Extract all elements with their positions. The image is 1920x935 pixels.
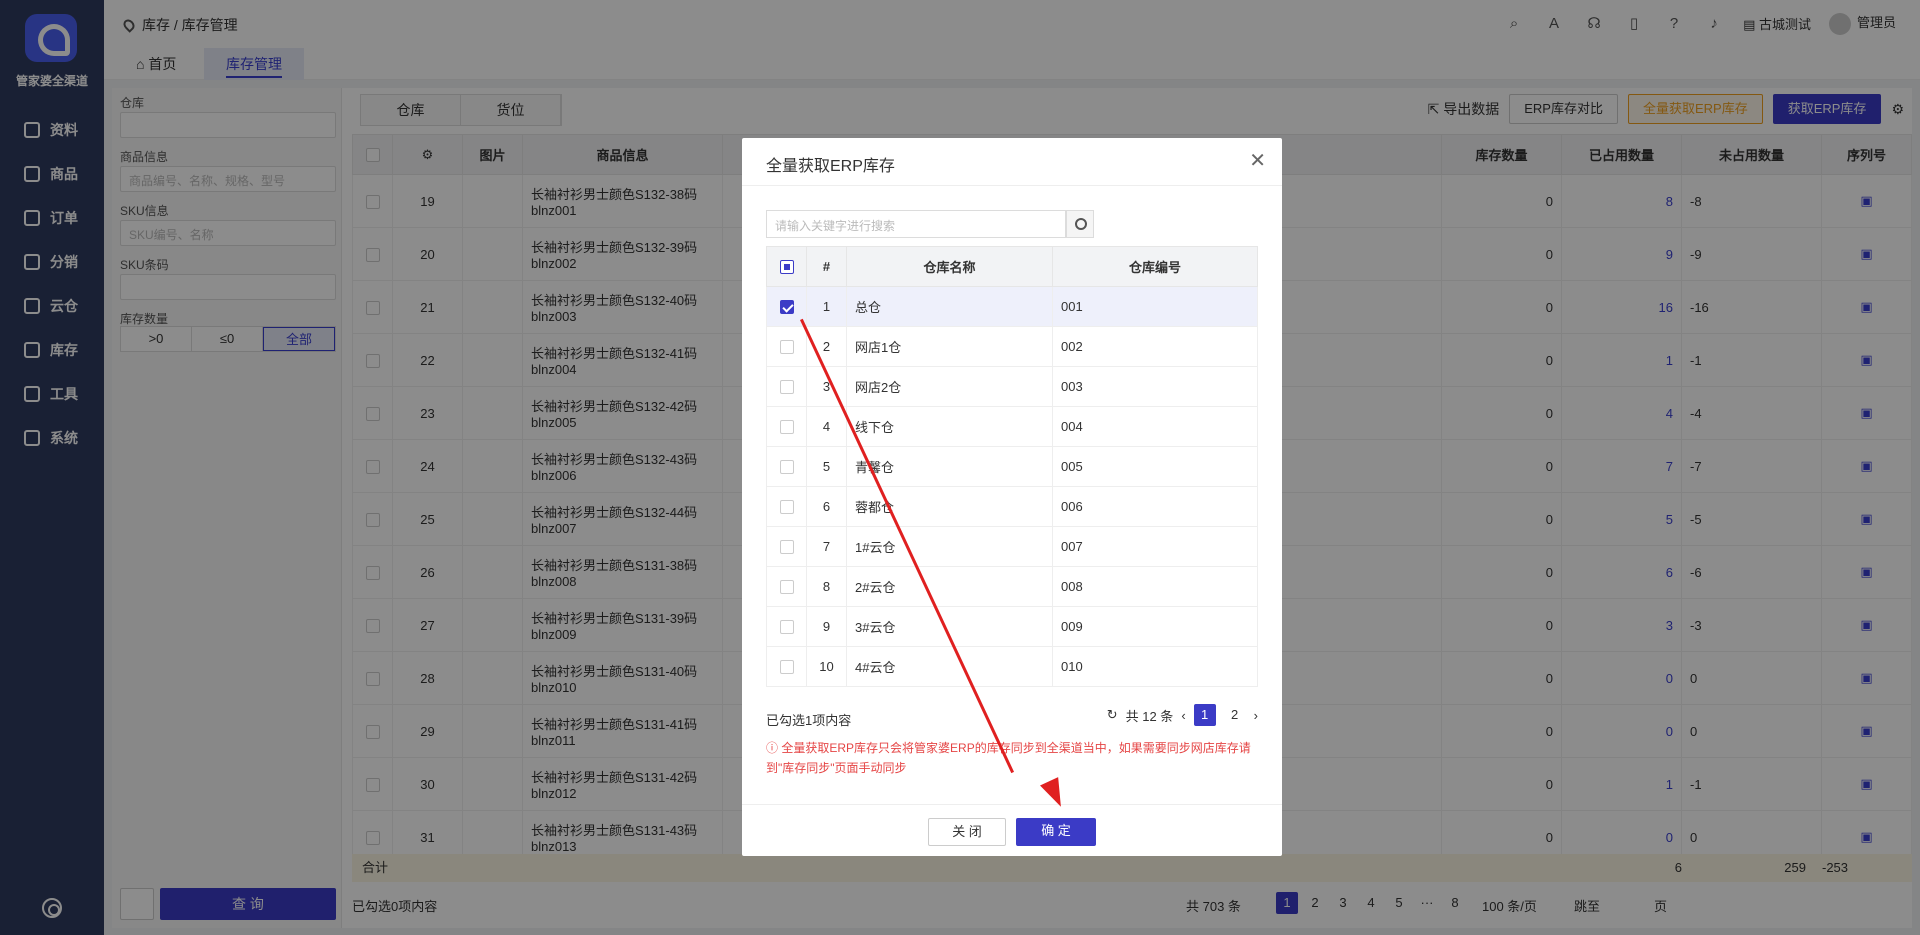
warehouse-name: 网店2仓 (846, 366, 1053, 407)
warehouse-no: 4 (806, 406, 847, 447)
warehouse-name: 网店1仓 (846, 326, 1053, 367)
dialog-confirm-button[interactable]: 确 定 (1016, 818, 1096, 846)
warehouse-code: 002 (1052, 326, 1258, 367)
checkbox[interactable] (779, 500, 794, 515)
checkbox[interactable] (779, 620, 794, 635)
warehouse-name: 蓉都仓 (846, 486, 1053, 527)
warehouse-code: 010 (1052, 646, 1258, 687)
checkbox[interactable] (779, 420, 794, 435)
dialog-page-2[interactable]: 2 (1224, 704, 1246, 726)
search-icon[interactable] (1066, 210, 1094, 238)
warehouse-checkbox[interactable] (766, 566, 807, 607)
checkbox[interactable] (779, 340, 794, 355)
dialog-search-input[interactable]: 请输入关键字进行搜索 (766, 210, 1066, 238)
checkbox[interactable] (779, 580, 794, 595)
checkbox[interactable] (779, 460, 794, 475)
warehouse-no: 5 (806, 446, 847, 487)
warehouse-row[interactable]: 1 总仓 001 (766, 286, 1258, 327)
warehouse-table: # 仓库名称 仓库编号 1 总仓 001 2 网店1仓 002 3 网店2仓 003 4 线下仓 00… (766, 246, 1258, 687)
warehouse-no: 6 (806, 486, 847, 527)
next-page-icon[interactable]: › (1254, 708, 1258, 723)
dialog-col-no: # (806, 246, 847, 287)
dialog-footer-divider (742, 804, 1282, 805)
close-icon[interactable]: ✕ (1249, 148, 1266, 173)
warehouse-no: 9 (806, 606, 847, 647)
dialog-col-code: 仓库编号 (1052, 246, 1258, 287)
warehouse-no: 7 (806, 526, 847, 567)
warehouse-code: 001 (1052, 286, 1258, 327)
checkbox[interactable] (779, 660, 794, 675)
warehouse-row[interactable]: 6 蓉都仓 006 (766, 486, 1258, 527)
warehouse-code: 006 (1052, 486, 1258, 527)
prev-page-icon[interactable]: ‹ (1181, 708, 1185, 723)
warehouse-row[interactable]: 7 1#云仓 007 (766, 526, 1258, 567)
warehouse-checkbox[interactable] (766, 366, 807, 407)
dialog-col-name: 仓库名称 (846, 246, 1053, 287)
warehouse-name: 2#云仓 (846, 566, 1053, 607)
checkbox[interactable] (779, 300, 794, 315)
warehouse-name: 1#云仓 (846, 526, 1053, 567)
warehouse-checkbox[interactable] (766, 486, 807, 527)
warehouse-checkbox[interactable] (766, 526, 807, 567)
warehouse-row[interactable]: 2 网店1仓 002 (766, 326, 1258, 367)
warehouse-row[interactable]: 9 3#云仓 009 (766, 606, 1258, 647)
dialog-close-button[interactable]: 关 闭 (928, 818, 1006, 846)
select-all-checkbox[interactable] (779, 260, 794, 275)
warehouse-checkbox[interactable] (766, 606, 807, 647)
checkbox[interactable] (779, 540, 794, 555)
dialog-page-1[interactable]: 1 (1193, 704, 1216, 726)
warehouse-row[interactable]: 5 青馨仓 005 (766, 446, 1258, 487)
warehouse-row[interactable]: 8 2#云仓 008 (766, 566, 1258, 607)
dialog-select-all[interactable] (766, 246, 807, 287)
refresh-icon[interactable]: ↻ (1107, 707, 1118, 723)
warehouse-checkbox[interactable] (766, 406, 807, 447)
warehouse-name: 总仓 (846, 286, 1053, 327)
warehouse-code: 005 (1052, 446, 1258, 487)
warehouse-code: 008 (1052, 566, 1258, 607)
warehouse-checkbox[interactable] (766, 326, 807, 367)
dialog-title: 全量获取ERP库存 (766, 158, 895, 175)
warehouse-name: 线下仓 (846, 406, 1053, 447)
warehouse-row[interactable]: 10 4#云仓 010 (766, 646, 1258, 687)
warehouse-no: 1 (806, 286, 847, 327)
warning-icon: ⓘ (766, 741, 782, 755)
warehouse-code: 004 (1052, 406, 1258, 447)
warehouse-checkbox[interactable] (766, 646, 807, 687)
warehouse-code: 009 (1052, 606, 1258, 647)
warehouse-code: 003 (1052, 366, 1258, 407)
warehouse-no: 10 (806, 646, 847, 687)
checkbox[interactable] (779, 380, 794, 395)
dialog-selected-count: 已勾选1项内容 (766, 713, 852, 728)
dialog-divider (742, 185, 1282, 186)
dialog-total: 共 12 条 (1125, 708, 1174, 724)
full-fetch-dialog: 全量获取ERP库存 ✕ 请输入关键字进行搜索 # 仓库名称 仓库编号 1 总仓 00… (742, 138, 1282, 856)
warehouse-checkbox[interactable] (766, 446, 807, 487)
warehouse-no: 8 (806, 566, 847, 607)
warehouse-code: 007 (1052, 526, 1258, 567)
dialog-pager: ↻ 共 12 条 ‹ 1 2 › (1107, 704, 1258, 726)
warehouse-row[interactable]: 4 线下仓 004 (766, 406, 1258, 447)
warehouse-name: 4#云仓 (846, 646, 1053, 687)
